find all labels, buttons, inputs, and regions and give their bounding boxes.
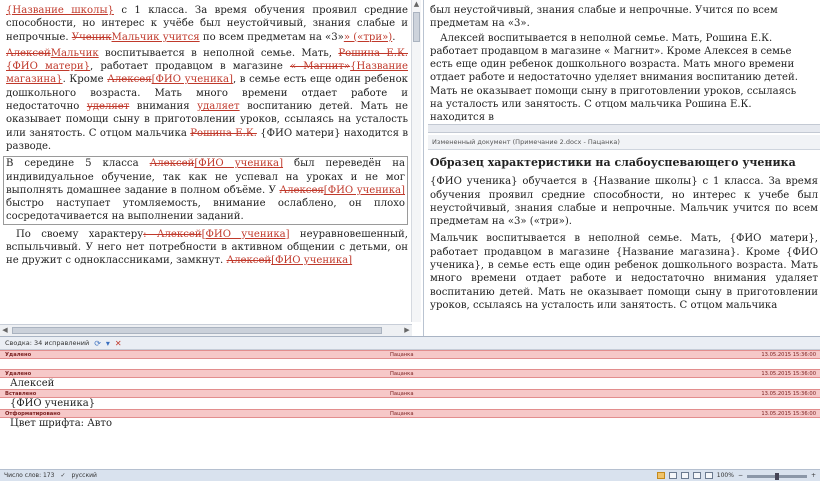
document-body[interactable]: {Название школы} с 1 класса. За время об… xyxy=(3,4,408,271)
revision-author: Пацанка xyxy=(390,371,414,377)
revision-author: Пацанка xyxy=(390,391,414,397)
insertion: удаляет xyxy=(197,101,240,113)
paragraph: Мальчик воспитывается в неполной семье. … xyxy=(430,233,818,311)
paragraph: {ФИО ученика} обучается в {Название школ… xyxy=(430,176,818,228)
deletion: Алексея xyxy=(107,74,152,86)
print-layout-view-icon[interactable] xyxy=(656,472,665,479)
text: быстро наступает утомляемость, внимание … xyxy=(6,198,405,223)
paragraph-1: {Название школы} с 1 класса. За время об… xyxy=(6,4,408,44)
scroll-left-icon[interactable]: ◀ xyxy=(0,325,10,336)
text: В середине 5 класса xyxy=(6,158,150,170)
paragraph-3: В середине 5 класса Алексей[ФИО ученика]… xyxy=(3,156,408,225)
revision-date: 13.05.2015 15:36:00 xyxy=(761,411,816,417)
pane-splitter[interactable] xyxy=(428,124,820,133)
word-count[interactable]: Число слов: 173 xyxy=(4,472,54,479)
deletion: Алексей xyxy=(149,158,195,170)
zoom-slider-thumb[interactable] xyxy=(774,472,779,480)
text: . Кроме xyxy=(62,74,108,86)
revision-type: Отформатировано xyxy=(5,411,61,417)
zoom-slider[interactable] xyxy=(746,472,807,480)
next-arrow-icon[interactable]: ▾ xyxy=(106,339,110,348)
revision-header[interactable]: Вставлено Пацанка 13.05.2015 15:36:00 xyxy=(0,389,820,398)
insertion: [ФИО ученика] xyxy=(201,228,290,240)
revision-content xyxy=(0,359,820,369)
revision-header[interactable]: Удалено Пацанка 13.05.2015 15:36:00 xyxy=(0,350,820,359)
deletion: Рошина Е.К. xyxy=(338,47,408,59)
revision-type: Удалено xyxy=(5,352,32,358)
scroll-thumb[interactable] xyxy=(12,327,382,334)
insertion: [ФИО ученика] xyxy=(194,158,284,170)
revision-header[interactable]: Удалено Пацанка 13.05.2015 15:36:00 xyxy=(0,369,820,378)
deletion: Рошина Е.К. xyxy=(190,127,257,139)
reviewing-toolbar: Сводка: 34 исправлений ⟳ ▾ ✕ xyxy=(0,337,820,350)
compare-pane[interactable]: был неустойчивый, знания слабые и непроч… xyxy=(428,0,820,336)
insertion: {Название школы} xyxy=(6,5,114,16)
close-icon[interactable]: ✕ xyxy=(115,339,122,348)
reviewing-pane[interactable]: Сводка: 34 исправлений ⟳ ▾ ✕ Удалено Пац… xyxy=(0,336,820,469)
deletion: Алексей xyxy=(6,47,51,59)
revision-author: Пацанка xyxy=(390,411,414,417)
insertion: Мальчик учится xyxy=(111,31,200,43)
refresh-icon[interactable]: ⟳ xyxy=(94,339,101,348)
deletion: : Алексей xyxy=(143,228,202,240)
text: внимания xyxy=(129,101,198,113)
deletion: « Магнит» xyxy=(289,61,351,73)
left-vertical-scrollbar[interactable]: ▲ xyxy=(411,0,421,322)
text: По своему характеру xyxy=(16,228,144,240)
revised-document-caption: Измененный документ (Примечание 2.docx -… xyxy=(428,135,820,150)
deletion: Ученик xyxy=(71,31,112,43)
zoom-out-icon[interactable]: − xyxy=(738,472,743,479)
paragraph-2: АлексейМальчик воспитывается в неполной … xyxy=(6,47,408,153)
full-screen-view-icon[interactable] xyxy=(668,472,677,479)
revision-content[interactable]: Алексей xyxy=(0,378,820,389)
text: воспитывается в неполной семье. Мать, xyxy=(98,47,339,59)
paragraph: был неустойчивый, знания слабые и непроч… xyxy=(430,5,778,30)
paragraph-4: По своему характеру: Алексей[ФИО ученика… xyxy=(6,228,408,268)
text: , работает продавцом в магазине xyxy=(90,61,290,73)
insertion: [ФИО ученика] xyxy=(271,255,353,267)
web-layout-view-icon[interactable] xyxy=(680,472,689,479)
original-document[interactable]: был неустойчивый, знания слабые и непроч… xyxy=(428,4,808,122)
revision-content[interactable]: {ФИО ученика} xyxy=(0,398,820,409)
revised-document[interactable]: Образец характеристики на слабоуспевающе… xyxy=(430,152,818,336)
status-bar: Число слов: 173 ✓ русский 100% − + xyxy=(0,469,820,481)
paragraph: Алексей воспитывается в неполной семье. … xyxy=(430,32,798,122)
revision-header[interactable]: Отформатировано Пацанка 13.05.2015 15:36… xyxy=(0,409,820,418)
insertion: » («три») xyxy=(343,31,393,43)
deletion: уделяет xyxy=(86,101,130,113)
language-indicator[interactable]: русский xyxy=(71,472,96,479)
insertion: Мальчик xyxy=(50,47,99,59)
deletion: Алексей xyxy=(226,255,272,267)
revision-date: 13.05.2015 15:36:00 xyxy=(761,391,816,397)
revision-author: Пацанка xyxy=(390,352,414,358)
left-horizontal-scrollbar[interactable]: ◀ ▶ xyxy=(0,324,412,336)
revision-summary: Сводка: 34 исправлений xyxy=(5,339,90,347)
outline-view-icon[interactable] xyxy=(692,472,701,479)
text: по всем предметам на «3» xyxy=(199,31,344,43)
document-heading: Образец характеристики на слабоуспевающе… xyxy=(430,156,796,169)
draft-view-icon[interactable] xyxy=(704,472,713,479)
revision-date: 13.05.2015 15:36:00 xyxy=(761,371,816,377)
spellcheck-icon[interactable]: ✓ xyxy=(60,472,65,479)
revision-type: Удалено xyxy=(5,371,32,377)
zoom-in-icon[interactable]: + xyxy=(811,472,816,479)
zoom-level[interactable]: 100% xyxy=(717,472,734,479)
scroll-thumb[interactable] xyxy=(413,12,420,42)
revision-date: 13.05.2015 15:36:00 xyxy=(761,352,816,358)
scroll-up-icon[interactable]: ▲ xyxy=(412,0,421,10)
scroll-right-icon[interactable]: ▶ xyxy=(402,325,412,336)
text: . xyxy=(392,31,396,43)
revision-content[interactable]: Цвет шрифта: Авто xyxy=(0,418,820,429)
insertion: [ФИО ученика] xyxy=(151,74,233,86)
insertion: {ФИО матери} xyxy=(6,61,91,73)
insertion: [ФИО ученика] xyxy=(323,184,405,196)
tracked-changes-pane[interactable]: {Название школы} с 1 класса. За время об… xyxy=(0,0,424,336)
revision-type: Вставлено xyxy=(5,391,37,397)
deletion: Алексея xyxy=(279,184,324,196)
